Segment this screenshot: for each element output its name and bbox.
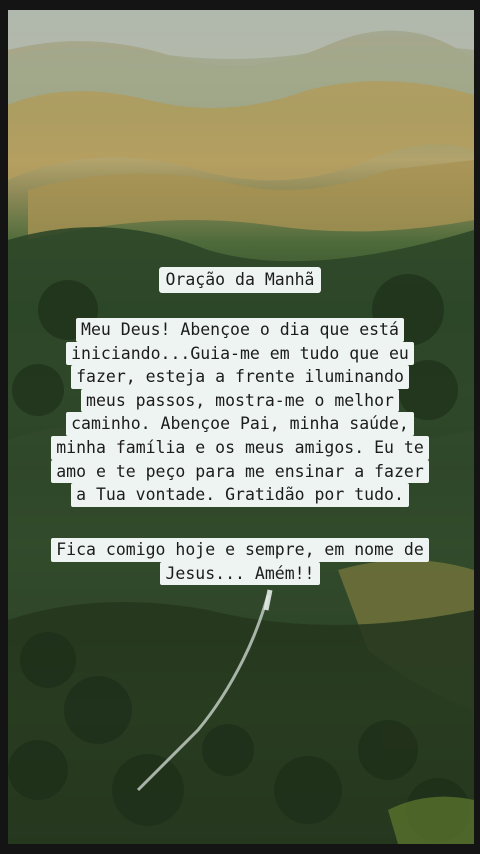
prayer-line: amo e te peço para me ensinar a fazer bbox=[51, 459, 429, 484]
caption-prayer-block: Meu Deus! Abençoe o dia que está inician… bbox=[0, 318, 480, 507]
closing-line: Fica comigo hoje e sempre, em nome de bbox=[51, 538, 429, 562]
closing-line: Jesus... Amém!! bbox=[160, 561, 320, 586]
prayer-line: meus passos, mostra-me o melhor bbox=[81, 388, 399, 413]
prayer-line: Meu Deus! Abençoe o dia que está bbox=[76, 318, 404, 342]
video-frame: Oração da Manhã Meu Deus! Abençoe o dia … bbox=[0, 0, 480, 854]
caption-title-block: Oração da Manhã bbox=[0, 267, 480, 293]
caption-closing-block: Fica comigo hoje e sempre, em nome de Je… bbox=[0, 538, 480, 586]
prayer-line: a Tua vontade. Gratidão por tudo. bbox=[71, 483, 409, 507]
prayer-line: caminho. Abençoe Pai, minha saúde, bbox=[66, 412, 414, 436]
caption-title: Oração da Manhã bbox=[159, 267, 321, 293]
prayer-line: minha família e os meus amigos. Eu te bbox=[51, 435, 429, 460]
prayer-line: fazer, esteja a frente iluminando bbox=[71, 365, 409, 389]
prayer-line: iniciando...Guia-me em tudo que eu bbox=[66, 341, 414, 366]
